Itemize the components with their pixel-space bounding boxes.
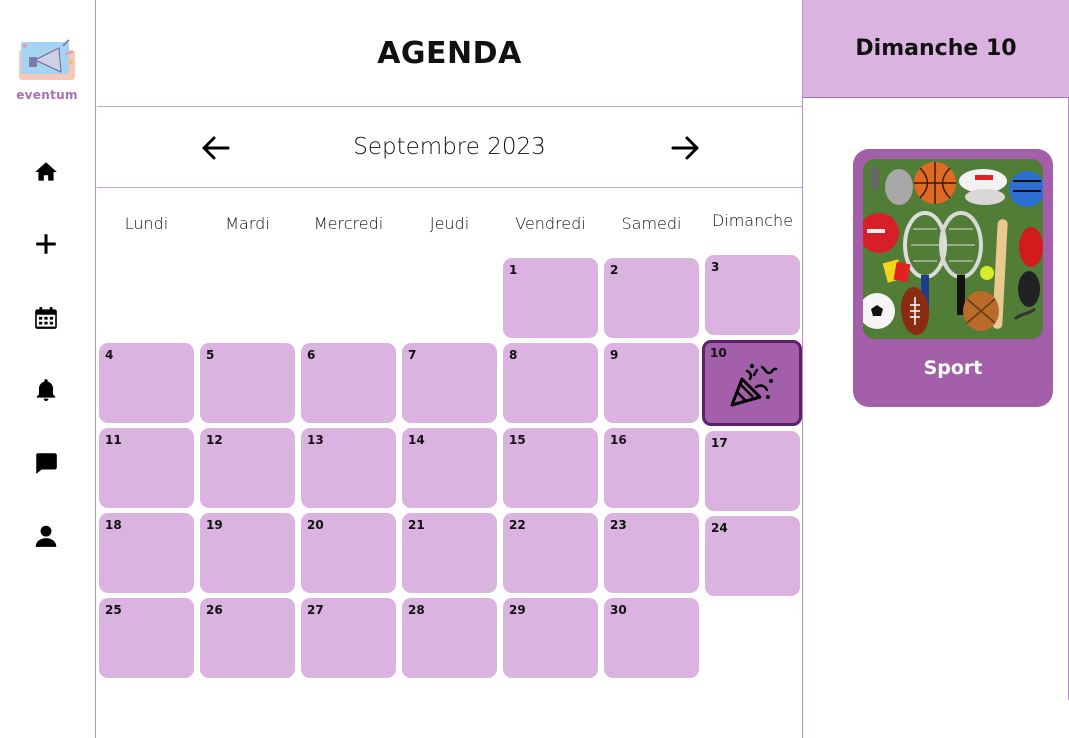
day-number: 12 bbox=[206, 433, 223, 447]
sidebar: eventum bbox=[0, 0, 96, 738]
user-icon bbox=[35, 525, 57, 547]
calendar-day[interactable]: 9 bbox=[604, 343, 699, 423]
calendar-day[interactable]: 18 bbox=[99, 513, 194, 593]
weekday-header-mardi: Mardi bbox=[225, 214, 270, 233]
day-number: 6 bbox=[307, 348, 316, 362]
weekday-header-samedi: Samedi bbox=[621, 214, 682, 233]
day-number: 21 bbox=[408, 518, 425, 532]
calendar-day[interactable]: 13 bbox=[301, 428, 396, 508]
calendar-day[interactable]: 7 bbox=[402, 343, 497, 423]
calendar-day[interactable]: 21 bbox=[402, 513, 497, 593]
weekday-header-vendredi: Vendredi bbox=[515, 214, 586, 233]
calendar-day[interactable]: 14 bbox=[402, 428, 497, 508]
next-month-button[interactable] bbox=[669, 134, 701, 162]
calendar-day[interactable]: 6 bbox=[301, 343, 396, 423]
nav-add[interactable] bbox=[30, 228, 62, 260]
nav-messages[interactable] bbox=[30, 447, 62, 479]
calendar-day[interactable]: 20 bbox=[301, 513, 396, 593]
app-root: eventum AGENDA Septembre 2023 Lundi Mard… bbox=[0, 0, 1069, 738]
day-number: 5 bbox=[206, 348, 215, 362]
weekday-header-dimanche: Dimanche bbox=[711, 211, 794, 230]
day-number: 15 bbox=[509, 433, 526, 447]
day-number: 9 bbox=[610, 348, 619, 362]
day-number: 7 bbox=[408, 348, 417, 362]
day-number: 14 bbox=[408, 433, 425, 447]
day-number: 29 bbox=[509, 603, 526, 617]
day-number: 19 bbox=[206, 518, 223, 532]
day-number: 1 bbox=[509, 263, 518, 277]
event-card[interactable]: Sport bbox=[853, 149, 1053, 407]
plus-icon bbox=[36, 234, 56, 254]
calendar-icon bbox=[35, 307, 57, 329]
calendar-day[interactable]: 2 bbox=[604, 258, 699, 338]
day-number: 26 bbox=[206, 603, 223, 617]
weekday-header-mercredi: Mercredi bbox=[313, 214, 384, 233]
day-number: 24 bbox=[711, 521, 728, 535]
day-number: 20 bbox=[307, 518, 324, 532]
calendar-day[interactable]: 26 bbox=[200, 598, 295, 678]
calendar-day[interactable]: 4 bbox=[99, 343, 194, 423]
sports-equipment-image bbox=[863, 159, 1043, 339]
nav-calendar[interactable] bbox=[30, 302, 62, 334]
day-number: 10 bbox=[710, 346, 727, 360]
calendar-day-selected[interactable]: 10 bbox=[702, 340, 802, 426]
calendar-day[interactable]: 11 bbox=[99, 428, 194, 508]
calendar-day[interactable]: 5 bbox=[200, 343, 295, 423]
selected-day-header: Dimanche 10 bbox=[802, 0, 1069, 98]
calendar-day[interactable]: 15 bbox=[503, 428, 598, 508]
home-icon bbox=[35, 162, 57, 181]
event-category-label: Sport bbox=[923, 357, 983, 379]
calendar-day[interactable]: 12 bbox=[200, 428, 295, 508]
day-number: 11 bbox=[105, 433, 122, 447]
day-number: 16 bbox=[610, 433, 627, 447]
day-number: 3 bbox=[711, 260, 720, 274]
nav-notifications[interactable] bbox=[30, 374, 62, 406]
day-number: 18 bbox=[105, 518, 122, 532]
calendar-day[interactable]: 3 bbox=[705, 255, 800, 335]
month-navigation: Septembre 2023 bbox=[97, 108, 802, 188]
calendar-day[interactable]: 19 bbox=[200, 513, 295, 593]
nav-home[interactable] bbox=[30, 156, 62, 188]
arrow-right-icon bbox=[671, 136, 699, 160]
day-number: 22 bbox=[509, 518, 526, 532]
brand-name: eventum bbox=[16, 88, 78, 102]
page-header: AGENDA bbox=[97, 0, 802, 107]
day-number: 23 bbox=[610, 518, 627, 532]
calendar-day[interactable]: 29 bbox=[503, 598, 598, 678]
weekday-header-jeudi: Jeudi bbox=[429, 214, 470, 233]
calendar-day[interactable]: 16 bbox=[604, 428, 699, 508]
day-number: 4 bbox=[105, 348, 114, 362]
calendar-day[interactable]: 8 bbox=[503, 343, 598, 423]
bell-icon bbox=[36, 379, 56, 402]
calendar-day[interactable]: 30 bbox=[604, 598, 699, 678]
chat-icon bbox=[36, 453, 57, 474]
calendar-day[interactable]: 24 bbox=[705, 516, 800, 596]
calendar-day[interactable]: 17 bbox=[705, 431, 800, 511]
calendar-day[interactable]: 1 bbox=[503, 258, 598, 338]
calendar-day[interactable]: 23 bbox=[604, 513, 699, 593]
day-number: 8 bbox=[509, 348, 518, 362]
page-title: AGENDA bbox=[377, 35, 522, 71]
selected-day-title: Dimanche 10 bbox=[855, 36, 1017, 61]
weekday-header-lundi: Lundi bbox=[124, 214, 169, 233]
brand-logo[interactable]: eventum bbox=[14, 36, 80, 106]
day-number: 17 bbox=[711, 436, 728, 450]
day-number: 28 bbox=[408, 603, 425, 617]
party-popper-icon bbox=[730, 364, 778, 407]
event-image bbox=[863, 159, 1043, 339]
day-number: 30 bbox=[610, 603, 627, 617]
day-number: 2 bbox=[610, 263, 619, 277]
day-number: 13 bbox=[307, 433, 324, 447]
day-number: 27 bbox=[307, 603, 324, 617]
calendar-day[interactable]: 25 bbox=[99, 598, 194, 678]
calendar-day[interactable]: 28 bbox=[402, 598, 497, 678]
calendar-day[interactable]: 27 bbox=[301, 598, 396, 678]
nav-profile[interactable] bbox=[30, 520, 62, 552]
day-number: 25 bbox=[105, 603, 122, 617]
megaphone-logo-icon bbox=[19, 39, 75, 80]
calendar-day[interactable]: 22 bbox=[503, 513, 598, 593]
